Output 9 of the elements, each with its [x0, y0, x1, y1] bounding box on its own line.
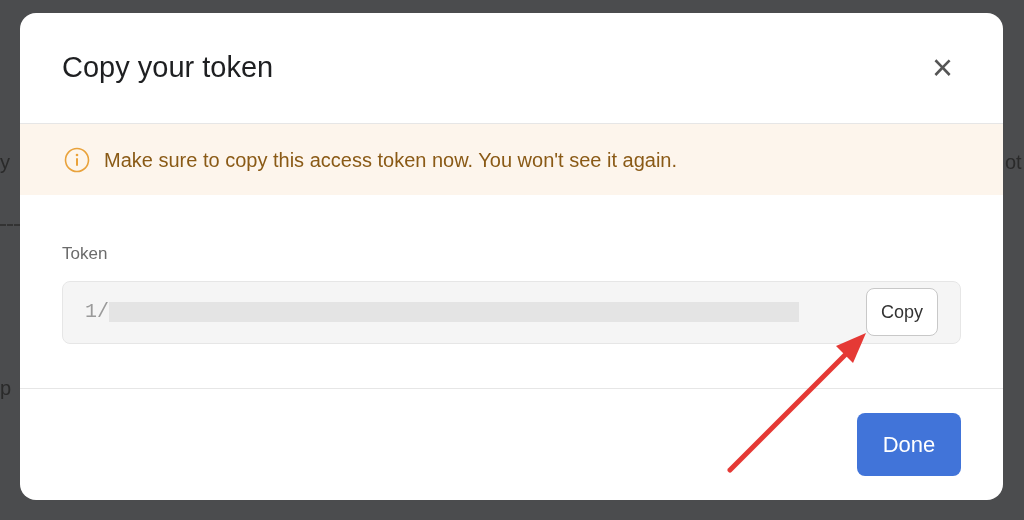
field-label: Token	[62, 243, 109, 265]
warning-text: Make sure to copy this access token now. You won't see it again.	[104, 147, 678, 173]
token-text: 1/	[85, 299, 109, 325]
close-button[interactable]: ×	[931, 50, 953, 86]
done-button[interactable]: Done	[857, 413, 961, 476]
token-field[interactable]: 1/ Copy	[62, 280, 961, 344]
info-icon	[64, 146, 90, 173]
copy-button[interactable]: Copy	[865, 288, 938, 336]
dialog-title: Copy your token	[62, 50, 274, 86]
